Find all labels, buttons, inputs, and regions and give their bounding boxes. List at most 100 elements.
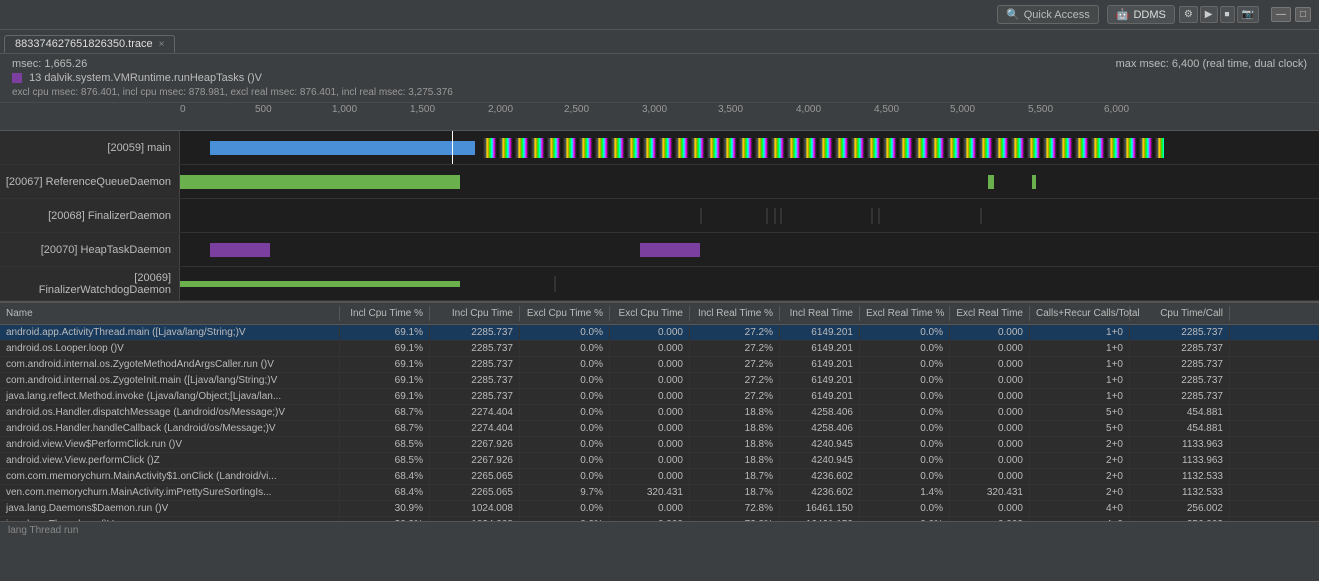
bottom-panel: Name Incl Cpu Time % Incl Cpu Time Excl …	[0, 301, 1319, 521]
table-cell: com.android.internal.os.ZygoteMethodAndA…	[0, 357, 340, 372]
tick-3000: 3,000	[642, 104, 667, 115]
table-cell: 27.2%	[690, 357, 780, 372]
table-cell: 0.000	[610, 341, 690, 356]
minimize-button[interactable]: —	[1271, 7, 1291, 22]
thread-track-reference[interactable]	[180, 165, 1319, 198]
th-incl-cpu-time[interactable]: Incl Cpu Time	[430, 306, 520, 321]
table-cell: 68.7%	[340, 421, 430, 436]
thread-label-finalizer: [20068] FinalizerDaemon	[0, 199, 180, 232]
table-body[interactable]: android.app.ActivityThread.main ([Ljava/…	[0, 325, 1319, 521]
threads-container: [20059] main [20067] ReferenceQueueDaemo…	[0, 131, 1319, 301]
table-cell: 0.000	[950, 357, 1030, 372]
table-cell: 0.000	[950, 405, 1030, 420]
table-row[interactable]: android.view.View$PerformClick.run ()V68…	[0, 437, 1319, 453]
toolbar-icon-3[interactable]: ⏹	[1220, 6, 1235, 23]
tick-4000: 4,000	[796, 104, 821, 115]
tab-filename: 883374627651826350.trace	[15, 38, 153, 50]
thread-track-finalizer[interactable]	[180, 199, 1319, 232]
ddms-button[interactable]: 🤖 DDMS	[1107, 5, 1175, 24]
tick-4500: 4,500	[874, 104, 899, 115]
table-cell: 18.7%	[690, 469, 780, 484]
table-cell: 68.7%	[340, 405, 430, 420]
table-cell: 69.1%	[340, 357, 430, 372]
th-incl-cpu-pct[interactable]: Incl Cpu Time %	[340, 306, 430, 321]
toolbar-icon-group: ⚙ ▶ ⏹ 📷	[1179, 6, 1259, 23]
thread-label-watchdog: [20069] FinalizerWatchdogDaemon	[0, 267, 180, 300]
table-cell: 68.5%	[340, 453, 430, 468]
table-row[interactable]: android.os.Handler.dispatchMessage (Land…	[0, 405, 1319, 421]
timeline-section: [20059] main [20067] ReferenceQueueDaemo…	[0, 131, 1319, 301]
table-cell: 454.881	[1130, 405, 1230, 420]
table-cell: 0.000	[610, 421, 690, 436]
table-cell: android.os.Looper.loop ()V	[0, 341, 340, 356]
trace-tab[interactable]: 883374627651826350.trace ×	[4, 35, 175, 53]
table-cell: 454.881	[1130, 421, 1230, 436]
close-icon[interactable]: ×	[159, 39, 165, 50]
tick-1500: 1,500	[410, 104, 435, 115]
table-row[interactable]: com.android.internal.os.ZygoteMethodAndA…	[0, 357, 1319, 373]
table-cell: 0.000	[950, 373, 1030, 388]
th-excl-cpu-pct[interactable]: Excl Cpu Time %	[520, 306, 610, 321]
maximize-button[interactable]: □	[1295, 7, 1311, 22]
th-cputime-per-call[interactable]: Cpu Time/Call	[1130, 306, 1230, 321]
table-cell: 1+0	[1030, 325, 1130, 340]
table-cell: 0.0%	[860, 389, 950, 404]
table-cell: 0.000	[950, 453, 1030, 468]
th-excl-real-time[interactable]: Excl Real Time	[950, 306, 1030, 321]
table-cell: 27.2%	[690, 389, 780, 404]
table-row[interactable]: android.os.Looper.loop ()V69.1%2285.7370…	[0, 341, 1319, 357]
tick-500: 500	[255, 104, 272, 115]
table-cell: 0.0%	[520, 437, 610, 452]
table-cell: 4236.602	[780, 469, 860, 484]
cursor-line-main	[452, 131, 453, 164]
thread-bar-main-blue	[210, 141, 475, 155]
table-row[interactable]: com.com.memorychurn.MainActivity$1.onCli…	[0, 469, 1319, 485]
table-cell: 0.000	[950, 469, 1030, 484]
infobar-method: 13 dalvik.system.VMRuntime.runHeapTasks …	[12, 72, 453, 84]
table-row[interactable]: android.app.ActivityThread.main ([Ljava/…	[0, 325, 1319, 341]
table-cell: com.android.internal.os.ZygoteInit.main …	[0, 373, 340, 388]
table-row[interactable]: ven.com.memorychurn.MainActivity.imPrett…	[0, 485, 1319, 501]
table-cell: android.view.View$PerformClick.run ()V	[0, 437, 340, 452]
thread-track-main[interactable]	[180, 131, 1319, 164]
table-cell: 2274.404	[430, 405, 520, 420]
table-cell: 0.0%	[520, 373, 610, 388]
infobar-msec: msec: 1,665.26	[12, 58, 453, 70]
table-cell: 1+0	[1030, 357, 1130, 372]
thread-track-heap[interactable]	[180, 233, 1319, 266]
toolbar-icon-2[interactable]: ▶	[1200, 6, 1218, 23]
table-cell: 2267.926	[430, 453, 520, 468]
table-cell: 0.0%	[520, 501, 610, 516]
table-row[interactable]: android.view.View.performClick ()Z68.5%2…	[0, 453, 1319, 469]
thread-track-watchdog[interactable]	[180, 267, 1319, 300]
infobar-right: max msec: 6,400 (real time, dual clock)	[1116, 58, 1307, 70]
table-cell: 0.000	[610, 357, 690, 372]
search-icon: 🔍	[1006, 8, 1020, 21]
table-cell: android.view.View.performClick ()Z	[0, 453, 340, 468]
table-row[interactable]: com.android.internal.os.ZygoteInit.main …	[0, 373, 1319, 389]
table-row[interactable]: android.os.Handler.handleCallback (Landr…	[0, 421, 1319, 437]
table-row[interactable]: java.lang.reflect.Method.invoke (Ljava/l…	[0, 389, 1319, 405]
table-row[interactable]: java.lang.Daemons$Daemon.run ()V30.9%102…	[0, 501, 1319, 517]
table-cell: 2+0	[1030, 485, 1130, 500]
table-cell: 72.8%	[690, 501, 780, 516]
th-excl-real-pct[interactable]: Excl Real Time %	[860, 306, 950, 321]
th-incl-real-pct[interactable]: Incl Real Time %	[690, 306, 780, 321]
table-cell: 0.000	[950, 325, 1030, 340]
table-cell: 2285.737	[430, 389, 520, 404]
thread-row-main: [20059] main	[0, 131, 1319, 165]
toolbar-icon-4[interactable]: 📷	[1237, 6, 1259, 23]
infobar-method-label: 13 dalvik.system.VMRuntime.runHeapTasks …	[29, 72, 262, 84]
quick-access-input[interactable]: 🔍 Quick Access	[997, 5, 1099, 24]
table-cell: 6149.201	[780, 373, 860, 388]
table-cell: 16461.150	[780, 501, 860, 516]
th-calls[interactable]: Calls+Recur Calls/Total	[1030, 306, 1130, 321]
finalizer-bar-4	[780, 208, 782, 224]
table-cell: 0.000	[950, 501, 1030, 516]
th-excl-cpu-time[interactable]: Excl Cpu Time	[610, 306, 690, 321]
table-cell: 2285.737	[1130, 341, 1230, 356]
table-cell: 320.431	[950, 485, 1030, 500]
th-incl-real-time[interactable]: Incl Real Time	[780, 306, 860, 321]
toolbar-icon-1[interactable]: ⚙	[1179, 6, 1198, 23]
table-cell: 68.5%	[340, 437, 430, 452]
